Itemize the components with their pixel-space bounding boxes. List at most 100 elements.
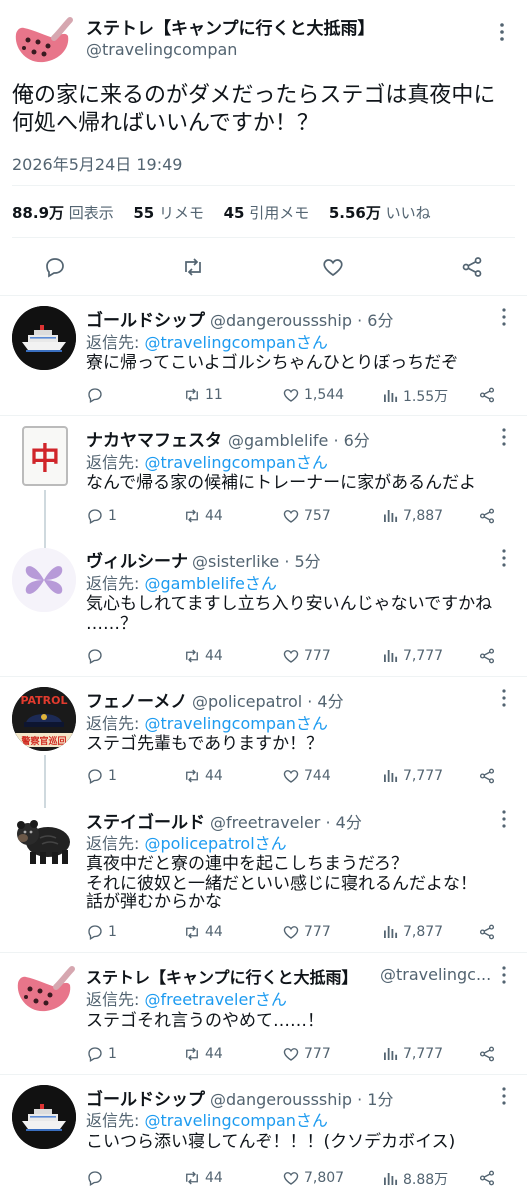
like-button[interactable]: 777: [282, 647, 331, 665]
reply-icon[interactable]: [86, 386, 108, 404]
avatar-ship[interactable]: [12, 1085, 76, 1149]
reply-author-name[interactable]: ゴールドシップ: [86, 306, 205, 331]
reply-text-line: ……？: [86, 614, 137, 634]
like-icon[interactable]: [321, 255, 345, 283]
share-icon[interactable]: [460, 255, 484, 283]
like-button[interactable]: 744: [282, 767, 331, 785]
views-button[interactable]: 7,777: [381, 1045, 443, 1063]
reply-count: 1: [108, 768, 117, 784]
avatar-mahjong[interactable]: 中: [22, 426, 68, 486]
like-count: 7,807: [304, 1170, 345, 1186]
reply-text-line: 真夜中だと寮の連中を起こしちまうだろ？: [86, 854, 408, 874]
likes-count[interactable]: 5.56万: [329, 204, 381, 222]
views-button[interactable]: 7,887: [381, 507, 443, 525]
share-icon[interactable]: [478, 647, 500, 665]
reply-to-mention[interactable]: @gamblelifeさん: [144, 574, 276, 593]
repost-button[interactable]: 44: [183, 923, 223, 941]
like-button[interactable]: 777: [282, 923, 331, 941]
share-icon[interactable]: [478, 767, 500, 785]
views-icon: [384, 510, 398, 522]
repost-button[interactable]: 44: [183, 1045, 223, 1063]
quotes-count[interactable]: 45: [224, 204, 245, 222]
reposts-count[interactable]: 55: [133, 204, 154, 222]
reply-to-mention[interactable]: @travelingcompanさん: [144, 333, 327, 352]
divider: [0, 676, 527, 677]
like-button[interactable]: 777: [282, 1045, 331, 1063]
ship-avatar-icon: [12, 1085, 76, 1149]
main-author-name[interactable]: ステトレ【キャンプに行くと大抵雨】: [86, 14, 375, 39]
reposts-label[interactable]: リメモ: [159, 204, 204, 222]
reply-text-line: 話が弾むからかな: [86, 892, 222, 912]
repost-count: 11: [205, 387, 223, 403]
repost-button[interactable]: 44: [183, 507, 223, 525]
repost-count: 44: [205, 1170, 223, 1186]
thread-line: [44, 490, 46, 548]
share-icon[interactable]: [478, 386, 500, 404]
repost-button[interactable]: 44: [183, 647, 223, 665]
reply-to-mention[interactable]: @travelingcompanさん: [144, 1111, 327, 1130]
share-icon[interactable]: [478, 923, 500, 941]
reply-author-name[interactable]: フェノーメノ: [86, 687, 187, 712]
like-button[interactable]: 1,544: [282, 386, 344, 404]
reply-author-name[interactable]: ヴィルシーナ: [86, 547, 188, 572]
reply-button[interactable]: [86, 1169, 108, 1187]
more-options-icon[interactable]: [494, 809, 514, 829]
avatar-ship[interactable]: [12, 306, 76, 370]
quotes-label[interactable]: 引用メモ: [249, 204, 309, 222]
reply-author-name[interactable]: ナカヤマフェスタ: [86, 426, 222, 451]
divider: [0, 415, 527, 416]
likes-label[interactable]: いいね: [386, 204, 431, 222]
views-count: 7,777: [403, 768, 444, 784]
views-icon: [384, 770, 398, 782]
reply-icon[interactable]: [43, 255, 67, 283]
repost-button[interactable]: 11: [183, 386, 223, 404]
reply-author-name[interactable]: ステトレ【キャンプに行くと大抵雨】: [86, 964, 358, 988]
like-button[interactable]: 757: [282, 507, 331, 525]
avatar-main-small[interactable]: [12, 963, 76, 1027]
more-options-icon[interactable]: [494, 688, 514, 708]
more-options-icon[interactable]: [494, 548, 514, 568]
avatar-bear[interactable]: [12, 808, 76, 872]
main-timestamp[interactable]: 2026年5月24日 19:49: [12, 151, 182, 175]
avatar-main[interactable]: [10, 14, 74, 78]
reply-button[interactable]: 1: [86, 767, 117, 785]
reply-author-handle[interactable]: @dangeroussship · 6分: [210, 307, 393, 331]
share-icon[interactable]: [478, 1169, 500, 1187]
ocarina-avatar-icon: [15, 17, 73, 63]
reply-to-mention[interactable]: @travelingcompanさん: [144, 453, 327, 472]
flower-avatar-icon: [12, 548, 76, 612]
repost-icon: [186, 925, 198, 939]
avatar-patrol[interactable]: PATROL 警察官巡回: [12, 687, 76, 751]
reply-button[interactable]: 1: [86, 1045, 117, 1063]
repost-icon[interactable]: [181, 255, 205, 283]
like-button[interactable]: 7,807: [282, 1169, 344, 1187]
share-icon[interactable]: [478, 507, 500, 525]
views-button[interactable]: 7,777: [381, 767, 443, 785]
reply-button[interactable]: 1: [86, 923, 117, 941]
more-options-icon[interactable]: [494, 1086, 514, 1106]
repost-button[interactable]: 44: [183, 1169, 223, 1187]
reply-author-handle[interactable]: @gamblelife · 6分: [228, 427, 370, 451]
more-options-icon[interactable]: [494, 965, 514, 985]
reply-button[interactable]: [86, 647, 108, 665]
more-options-icon[interactable]: [494, 307, 514, 327]
reply-button[interactable]: 1: [86, 507, 117, 525]
more-options-icon[interactable]: [494, 427, 514, 447]
reply-author-handle[interactable]: @policepatrol · 4分: [192, 688, 344, 712]
reply-to-mention[interactable]: @travelingcompanさん: [144, 714, 327, 733]
reply-to-mention[interactable]: @policepatrolさん: [144, 834, 286, 853]
reply-author-handle[interactable]: @sisterlike · 5分: [192, 548, 321, 572]
views-button[interactable]: 7,777: [381, 647, 443, 665]
reply-to-mention[interactable]: @freetravelerさん: [144, 990, 286, 1009]
more-options-icon[interactable]: [492, 22, 512, 42]
main-author-handle[interactable]: @travelingcompan: [86, 40, 237, 59]
repost-button[interactable]: 44: [183, 767, 223, 785]
reply-to-prefix: 返信先:: [86, 333, 145, 352]
views-button[interactable]: 1.55万: [381, 386, 448, 406]
views-button[interactable]: 8.88万: [381, 1169, 448, 1189]
reply-to-line: 返信先: @freetravelerさん: [86, 986, 287, 1010]
reply-author-handle[interactable]: @travelingc...: [380, 965, 491, 984]
share-icon[interactable]: [478, 1045, 500, 1063]
views-button[interactable]: 7,877: [381, 923, 443, 941]
avatar-flower[interactable]: [12, 548, 76, 612]
